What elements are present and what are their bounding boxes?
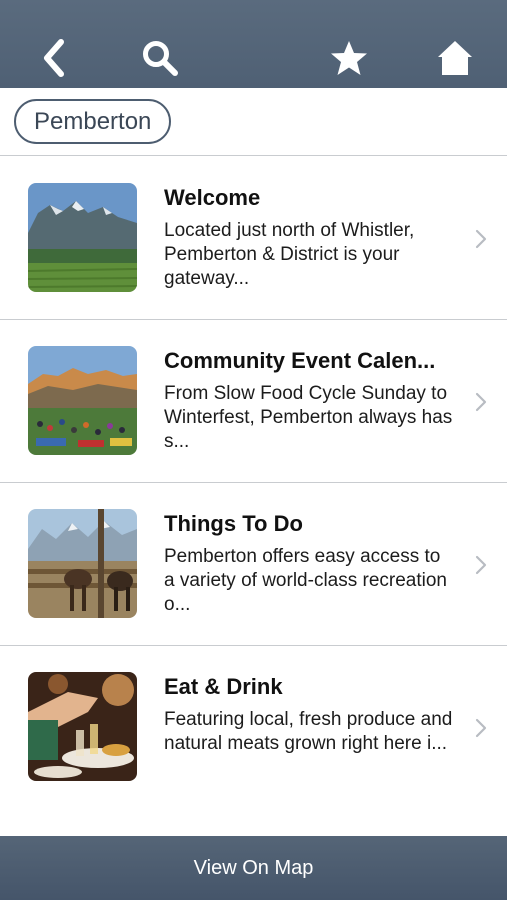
search-button[interactable] [138,36,182,80]
list-item[interactable]: Eat & Drink Featuring local, fresh produ… [0,646,507,809]
list-item[interactable]: Things To Do Pemberton offers easy acces… [0,483,507,646]
item-description: From Slow Food Cycle Sunday to Winterfes… [164,383,453,452]
outdoor-festival-photo [28,346,137,455]
back-chevron-icon [44,39,64,77]
chevron-right-icon [475,555,487,575]
chevron-right-icon [475,392,487,412]
list-item[interactable]: Community Event Calen... From Slow Food … [0,320,507,483]
item-description: Pemberton offers easy access to a variet… [164,546,447,615]
favorites-button[interactable] [327,36,371,80]
view-on-map-button[interactable]: View On Map [0,836,507,900]
chevron-right-icon [475,718,487,738]
item-description: Featuring local, fresh produce and natur… [164,709,453,754]
home-icon [438,41,472,75]
search-icon [143,41,178,76]
item-title: Community Event Calen... [164,348,436,373]
item-title: Welcome [164,185,261,210]
filter-bar: Pemberton [0,88,507,156]
top-nav-bar [0,0,507,88]
item-title: Eat & Drink [164,674,283,699]
location-chip[interactable]: Pemberton [14,99,172,144]
back-button[interactable] [32,36,76,80]
horses-ranch-photo [28,509,137,618]
item-description: Located just north of Whistler, Pemberto… [164,220,415,289]
star-icon [331,41,367,75]
dining-table-photo [28,672,137,781]
home-button[interactable] [433,36,477,80]
view-on-map-label: View On Map [193,856,314,879]
list-item[interactable]: Welcome Located just north of Whistler, … [0,157,507,320]
mountain-field-photo [28,183,137,292]
chevron-right-icon [475,229,487,249]
list-spacer [0,808,507,836]
content-list: Welcome Located just north of Whistler, … [0,157,507,809]
item-title: Things To Do [164,511,303,536]
